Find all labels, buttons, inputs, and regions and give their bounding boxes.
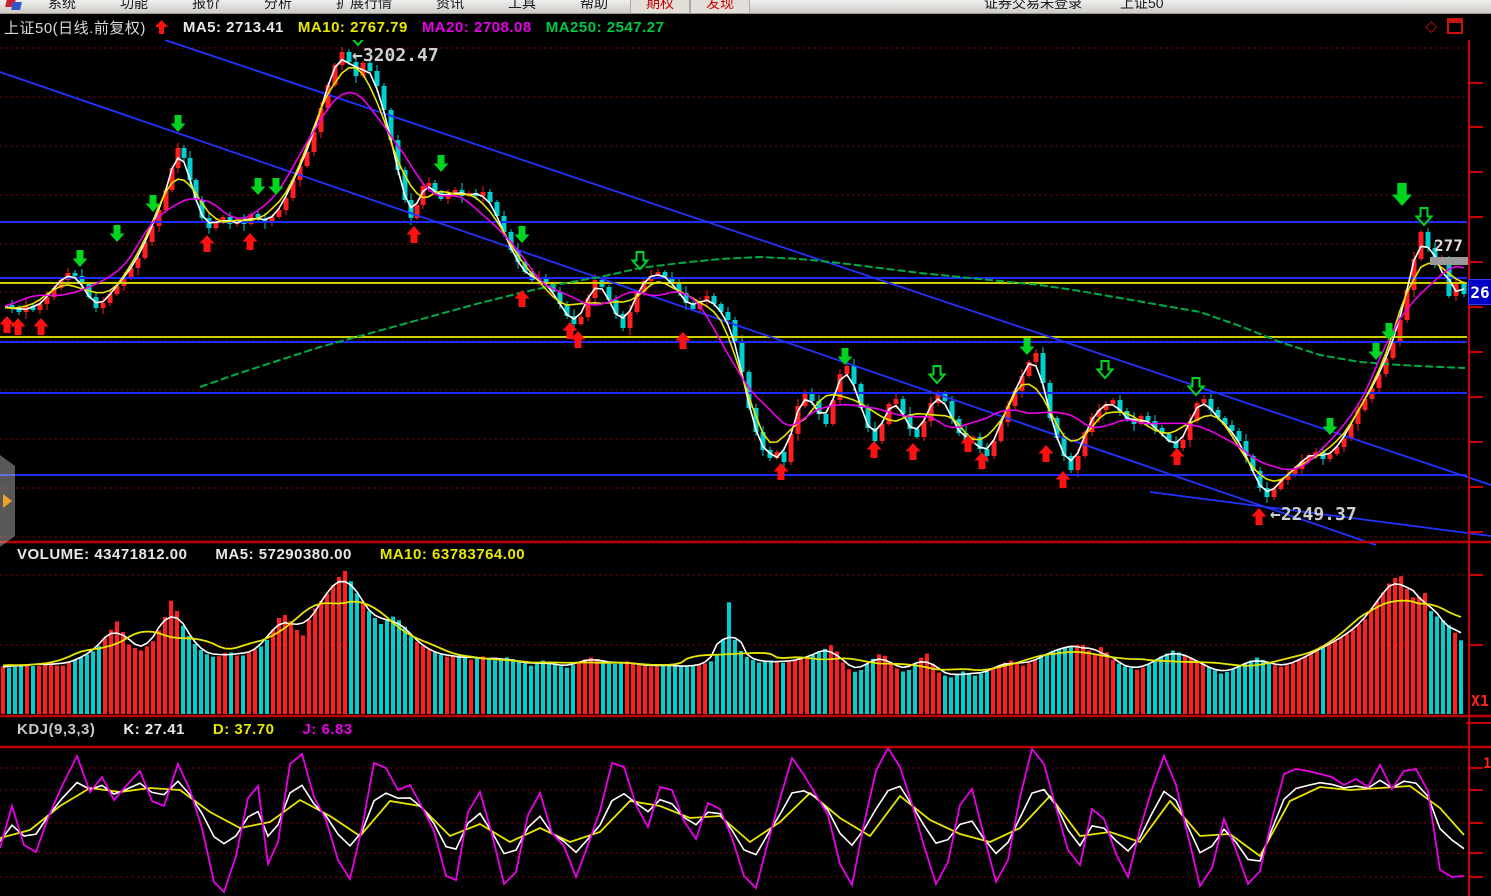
kdj-label-1: KDJ(9,3,3): [17, 721, 95, 738]
kdj-label-2: K: 27.41: [123, 721, 185, 738]
ma-legend: MA5: 2713.41 MA10: 2767.79 MA20: 2708.08 MA…: [169, 19, 665, 36]
ma-label-2: MA10: 2767.79: [298, 19, 408, 36]
peak-price-annotation: ←3202.47: [352, 45, 439, 66]
volume-legend: VOLUME: 43471812.00 MA5: 57290380.00 MA10:…: [3, 546, 525, 563]
maximize-pane-icon[interactable]: [1447, 18, 1463, 34]
expand-arrow-icon: [3, 494, 12, 508]
chart-title-row: 上证50(日线.前复权) MA5: 2713.41MA10: 2767.79MA…: [0, 14, 1491, 40]
trading-app-window: 系统功能报价分析扩展行情资讯工具帮助期权发现 证券交易未登录 上证50 上证50…: [0, 0, 1491, 896]
kdj-label-4: J: 6.83: [302, 721, 352, 738]
volume-unit-label: X1: [1471, 692, 1489, 710]
trough-price-annotation: ←2249.37: [1270, 504, 1357, 525]
chart-title: 上证50(日线.前复权): [4, 17, 146, 38]
volume-label-2: MA5: 57290380.00: [215, 546, 351, 563]
volume-label-1: VOLUME: 43471812.00: [17, 546, 187, 563]
ma-label-4: MA250: 2547.27: [546, 19, 665, 36]
kdj-axis-label: 1: [1483, 756, 1491, 772]
price-tag-marker: [1430, 257, 1468, 265]
sidebar-slide-handle[interactable]: [0, 455, 15, 547]
chart-canvas[interactable]: [0, 0, 1491, 896]
last-price-annotation: 277: [1434, 236, 1463, 255]
ma-label-3: MA20: 2708.08: [422, 19, 532, 36]
axis-price-box: 26: [1468, 279, 1491, 305]
kdj-label-3: D: 37.70: [213, 721, 275, 738]
diamond-icon[interactable]: ◇: [1425, 19, 1437, 34]
kdj-legend: KDJ(9,3,3) K: 27.41 D: 37.70 J: 6.83: [3, 721, 353, 738]
ma-label-1: MA5: 2713.41: [183, 19, 284, 36]
volume-label-3: MA10: 63783764.00: [380, 546, 525, 563]
signal-up-arrow-icon: [154, 19, 169, 35]
